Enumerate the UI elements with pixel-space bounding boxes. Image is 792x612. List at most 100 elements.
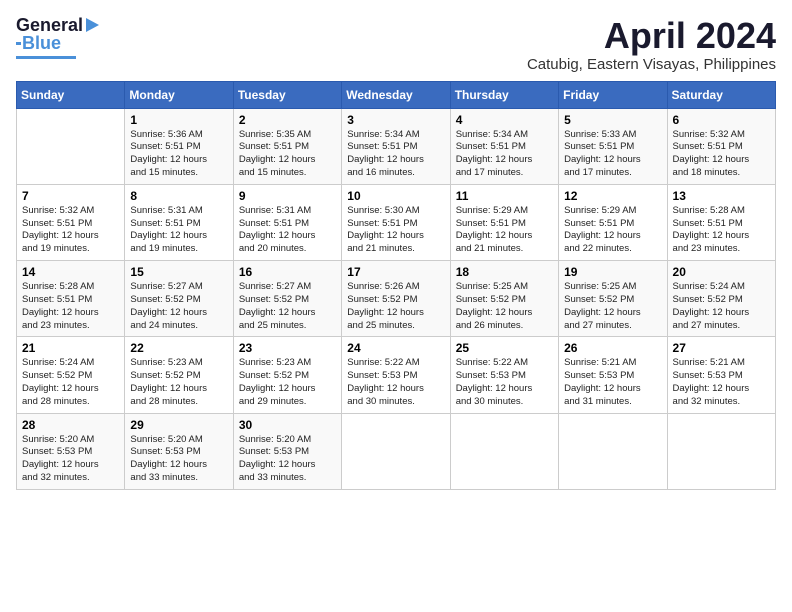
day-content: Sunrise: 5:32 AM Sunset: 5:51 PM Dayligh… [673, 129, 770, 180]
day-number: 14 [22, 265, 119, 279]
page-header: General Blue April 2024 Catubig, Eastern… [16, 16, 776, 73]
day-content: Sunrise: 5:31 AM Sunset: 5:51 PM Dayligh… [239, 205, 336, 256]
calendar-cell: 3Sunrise: 5:34 AM Sunset: 5:51 PM Daylig… [342, 108, 450, 184]
day-content: Sunrise: 5:22 AM Sunset: 5:53 PM Dayligh… [347, 357, 444, 408]
day-number: 24 [347, 341, 444, 355]
day-number: 18 [456, 265, 553, 279]
day-content: Sunrise: 5:21 AM Sunset: 5:53 PM Dayligh… [673, 357, 770, 408]
day-content: Sunrise: 5:27 AM Sunset: 5:52 PM Dayligh… [130, 281, 227, 332]
calendar-cell: 18 Sunrise: 5:25 AM Sunset: 5:52 PM Dayli… [450, 261, 558, 337]
calendar-week-row: 21 Sunrise: 5:24 AM Sunset: 5:52 PM Dayli… [17, 337, 776, 413]
day-content: Sunrise: 5:23 AM Sunset: 5:52 PM Dayligh… [130, 357, 227, 408]
calendar-cell: 16 Sunrise: 5:27 AM Sunset: 5:52 PM Dayli… [233, 261, 341, 337]
calendar-cell: 25 Sunrise: 5:22 AM Sunset: 5:53 PM Dayli… [450, 337, 558, 413]
day-number: 16 [239, 265, 336, 279]
day-number: 6 [673, 113, 770, 127]
title-block: April 2024 Catubig, Eastern Visayas, Phi… [527, 16, 776, 73]
day-content: Sunrise: 5:33 AM Sunset: 5:51 PM Dayligh… [564, 129, 661, 180]
day-content: Sunrise: 5:20 AM Sunset: 5:53 PM Dayligh… [130, 434, 227, 485]
calendar-cell [342, 413, 450, 489]
day-number: 2 [239, 113, 336, 127]
day-number: 29 [130, 418, 227, 432]
day-number: 26 [564, 341, 661, 355]
calendar-cell: 11 Sunrise: 5:29 AM Sunset: 5:51 PM Dayli… [450, 184, 558, 260]
weekday-header: Friday [559, 81, 667, 108]
day-number: 12 [564, 189, 661, 203]
calendar-week-row: 1Sunrise: 5:36 AM Sunset: 5:51 PM Daylig… [17, 108, 776, 184]
logo-blue-text: Blue [22, 34, 61, 54]
day-number: 27 [673, 341, 770, 355]
calendar-cell: 9 Sunrise: 5:31 AM Sunset: 5:51 PM Daylig… [233, 184, 341, 260]
day-number: 20 [673, 265, 770, 279]
calendar-cell: 30Sunrise: 5:20 AM Sunset: 5:53 PM Dayli… [233, 413, 341, 489]
day-number: 28 [22, 418, 119, 432]
calendar-cell: 13Sunrise: 5:28 AM Sunset: 5:51 PM Dayli… [667, 184, 775, 260]
calendar-cell: 20 Sunrise: 5:24 AM Sunset: 5:52 PM Dayli… [667, 261, 775, 337]
logo-underline [16, 56, 76, 59]
calendar-table: SundayMondayTuesdayWednesdayThursdayFrid… [16, 81, 776, 490]
calendar-cell: 14Sunrise: 5:28 AM Sunset: 5:51 PM Dayli… [17, 261, 125, 337]
day-number: 22 [130, 341, 227, 355]
day-number: 25 [456, 341, 553, 355]
calendar-header-row: SundayMondayTuesdayWednesdayThursdayFrid… [17, 81, 776, 108]
day-number: 11 [456, 189, 553, 203]
day-content: Sunrise: 5:32 AM Sunset: 5:51 PM Dayligh… [22, 205, 119, 256]
calendar-cell [667, 413, 775, 489]
day-content: Sunrise: 5:25 AM Sunset: 5:52 PM Dayligh… [456, 281, 553, 332]
calendar-cell: 12Sunrise: 5:29 AM Sunset: 5:51 PM Dayli… [559, 184, 667, 260]
day-number: 5 [564, 113, 661, 127]
day-number: 4 [456, 113, 553, 127]
day-content: Sunrise: 5:23 AM Sunset: 5:52 PM Dayligh… [239, 357, 336, 408]
calendar-cell: 27 Sunrise: 5:21 AM Sunset: 5:53 PM Dayli… [667, 337, 775, 413]
day-content: Sunrise: 5:28 AM Sunset: 5:51 PM Dayligh… [673, 205, 770, 256]
month-title: April 2024 [527, 16, 776, 56]
weekday-header: Thursday [450, 81, 558, 108]
weekday-header: Monday [125, 81, 233, 108]
calendar-cell: 26 Sunrise: 5:21 AM Sunset: 5:53 PM Dayli… [559, 337, 667, 413]
day-number: 30 [239, 418, 336, 432]
weekday-header: Sunday [17, 81, 125, 108]
calendar-cell [17, 108, 125, 184]
calendar-cell: 1Sunrise: 5:36 AM Sunset: 5:51 PM Daylig… [125, 108, 233, 184]
weekday-header: Saturday [667, 81, 775, 108]
calendar-cell [559, 413, 667, 489]
day-content: Sunrise: 5:31 AM Sunset: 5:51 PM Dayligh… [130, 205, 227, 256]
calendar-cell: 15 Sunrise: 5:27 AM Sunset: 5:52 PM Dayli… [125, 261, 233, 337]
calendar-week-row: 14Sunrise: 5:28 AM Sunset: 5:51 PM Dayli… [17, 261, 776, 337]
day-content: Sunrise: 5:22 AM Sunset: 5:53 PM Dayligh… [456, 357, 553, 408]
logo-arrow-icon [86, 18, 99, 32]
day-content: Sunrise: 5:35 AM Sunset: 5:51 PM Dayligh… [239, 129, 336, 180]
day-number: 23 [239, 341, 336, 355]
day-number: 9 [239, 189, 336, 203]
calendar-cell: 2 Sunrise: 5:35 AM Sunset: 5:51 PM Daylig… [233, 108, 341, 184]
logo: General Blue [16, 16, 99, 59]
day-content: Sunrise: 5:20 AM Sunset: 5:53 PM Dayligh… [22, 434, 119, 485]
calendar-cell: 21 Sunrise: 5:24 AM Sunset: 5:52 PM Dayli… [17, 337, 125, 413]
day-content: Sunrise: 5:34 AM Sunset: 5:51 PM Dayligh… [456, 129, 553, 180]
day-number: 21 [22, 341, 119, 355]
day-content: Sunrise: 5:26 AM Sunset: 5:52 PM Dayligh… [347, 281, 444, 332]
day-number: 17 [347, 265, 444, 279]
calendar-cell: 22 Sunrise: 5:23 AM Sunset: 5:52 PM Dayli… [125, 337, 233, 413]
calendar-cell: 6 Sunrise: 5:32 AM Sunset: 5:51 PM Daylig… [667, 108, 775, 184]
calendar-cell: 24 Sunrise: 5:22 AM Sunset: 5:53 PM Dayli… [342, 337, 450, 413]
calendar-cell: 17 Sunrise: 5:26 AM Sunset: 5:52 PM Dayli… [342, 261, 450, 337]
day-content: Sunrise: 5:24 AM Sunset: 5:52 PM Dayligh… [22, 357, 119, 408]
location-text: Catubig, Eastern Visayas, Philippines [527, 56, 776, 73]
weekday-header: Wednesday [342, 81, 450, 108]
day-number: 19 [564, 265, 661, 279]
day-content: Sunrise: 5:29 AM Sunset: 5:51 PM Dayligh… [456, 205, 553, 256]
day-content: Sunrise: 5:30 AM Sunset: 5:51 PM Dayligh… [347, 205, 444, 256]
day-number: 8 [130, 189, 227, 203]
calendar-cell: 8 Sunrise: 5:31 AM Sunset: 5:51 PM Daylig… [125, 184, 233, 260]
calendar-cell: 29 Sunrise: 5:20 AM Sunset: 5:53 PM Dayli… [125, 413, 233, 489]
calendar-cell: 7Sunrise: 5:32 AM Sunset: 5:51 PM Daylig… [17, 184, 125, 260]
day-number: 10 [347, 189, 444, 203]
day-content: Sunrise: 5:21 AM Sunset: 5:53 PM Dayligh… [564, 357, 661, 408]
logo-bar-icon [16, 42, 21, 45]
day-content: Sunrise: 5:24 AM Sunset: 5:52 PM Dayligh… [673, 281, 770, 332]
day-number: 15 [130, 265, 227, 279]
day-content: Sunrise: 5:27 AM Sunset: 5:52 PM Dayligh… [239, 281, 336, 332]
calendar-cell: 5 Sunrise: 5:33 AM Sunset: 5:51 PM Daylig… [559, 108, 667, 184]
weekday-header: Tuesday [233, 81, 341, 108]
